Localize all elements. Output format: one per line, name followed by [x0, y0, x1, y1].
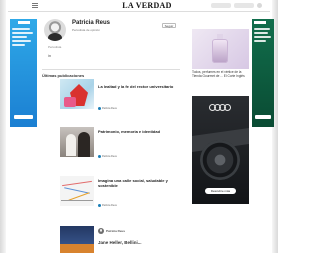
linkedin-icon[interactable]: in: [48, 53, 51, 58]
author-link[interactable]: Periodista: [48, 45, 61, 49]
article-author[interactable]: Patricia Reus: [98, 204, 117, 207]
login-button[interactable]: [234, 3, 254, 8]
hamburger-menu-icon[interactable]: [32, 3, 38, 8]
article-thumbnail[interactable]: [60, 127, 94, 157]
car-ad-cta-button[interactable]: Descubre más: [205, 188, 236, 194]
ad-text-line: [12, 36, 27, 38]
sidebar-car-ad[interactable]: Descubre más: [192, 96, 249, 204]
author-dot-icon: [98, 204, 101, 207]
article-title[interactable]: Patrimonio, memoria e identidad: [98, 129, 178, 135]
article-author-name: Patricia Reus: [106, 228, 126, 233]
ad-text-line: [12, 32, 33, 34]
author-name: Patricia Reus: [72, 20, 111, 26]
author-avatar: [44, 19, 66, 41]
article-author-row: Patricia Reus: [98, 228, 178, 234]
article-author[interactable]: Patricia Reus: [98, 107, 117, 110]
site-logo[interactable]: LA VERDAD: [121, 1, 173, 10]
ad-text-line: [254, 40, 266, 42]
sidebar-ad-caption[interactable]: Todos, perfumes en el vértice de la Tien…: [192, 70, 249, 78]
ad-text-line: [12, 44, 25, 46]
subscribe-button[interactable]: [211, 3, 231, 8]
article-thumbnail[interactable]: [60, 79, 94, 109]
article-card[interactable]: Patricia Reus Jane Heller, Bellini...: [42, 226, 180, 253]
article-author[interactable]: Patricia Reus: [98, 155, 117, 158]
article-thumbnail[interactable]: [60, 176, 94, 206]
ad-text-line: [254, 32, 268, 34]
ad-brand-tag: [17, 21, 30, 24]
article-title[interactable]: Patricia Reus: [98, 228, 178, 234]
user-icon[interactable]: [257, 3, 262, 8]
perfume-bottle: [212, 39, 228, 63]
logo-ring-icon: [224, 104, 231, 111]
article-thumbnail[interactable]: [60, 226, 94, 253]
article-card[interactable]: Patrimonio, memoria e identidad Patricia…: [42, 127, 180, 163]
top-navigation-bar: LA VERDAD: [8, 0, 270, 12]
author-profile: Patricia Reus Periodista de opinión Segu…: [42, 17, 180, 67]
ad-text-line: [12, 40, 31, 42]
article-author-name: Patricia Reus: [102, 107, 117, 110]
ad-text-line: [254, 36, 271, 38]
map-line: [62, 180, 92, 187]
map-line: [61, 200, 93, 201]
author-dot-icon: [98, 155, 101, 158]
ad-cta-button[interactable]: [14, 115, 33, 119]
ad-text-line: [254, 28, 270, 30]
top-actions: [211, 3, 262, 8]
right-skyscraper-ad[interactable]: [252, 19, 274, 127]
article-title[interactable]: Imagina una calle social, saludable y so…: [98, 178, 178, 188]
section-title: Últimas publicaciones: [42, 69, 180, 78]
article-author-name: Patricia Reus: [102, 155, 117, 158]
left-skyscraper-ad[interactable]: [10, 19, 37, 127]
author-role: Periodista de opinión: [72, 28, 101, 32]
page-edge-left: [0, 0, 6, 253]
author-mini-avatar: [98, 228, 104, 234]
article-card[interactable]: Imagina una calle social, saludable y so…: [42, 176, 180, 212]
article-title[interactable]: La lealtad y la fe del rector universita…: [98, 84, 178, 90]
sidebar-perfume-ad[interactable]: [192, 29, 249, 69]
ad-cta-button[interactable]: [255, 115, 271, 119]
article-card[interactable]: La lealtad y la fe del rector universita…: [42, 79, 180, 115]
follow-button[interactable]: Seguir: [162, 23, 176, 28]
article-author-name: Patricia Reus: [102, 204, 117, 207]
car-wheel: [200, 140, 240, 180]
car-brand-logo: [209, 104, 231, 111]
ad-text-line: [12, 28, 30, 30]
ad-brand-tag: [254, 21, 266, 24]
author-dot-icon: [98, 107, 101, 110]
article-quote[interactable]: Jane Heller, Bellini...: [98, 240, 178, 245]
